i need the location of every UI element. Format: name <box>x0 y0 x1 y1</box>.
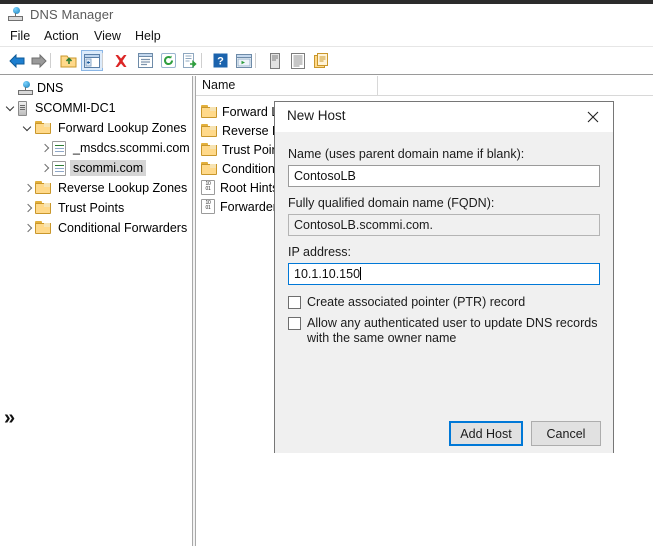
folder-icon <box>201 161 217 176</box>
folder-icon <box>35 181 51 195</box>
forward-arrow-icon[interactable] <box>28 50 50 71</box>
tree-item-label: _msdcs.scommi.com <box>73 141 190 155</box>
tree-twisty-placeholder <box>4 78 18 98</box>
toolbar-separator <box>201 53 202 68</box>
toolbar-separator <box>50 53 51 68</box>
list-view-icon[interactable] <box>287 50 309 71</box>
column-header-blank[interactable] <box>378 76 653 95</box>
tree-item-label: DNS <box>37 81 64 95</box>
menu-bar: File Action View Help <box>0 26 653 47</box>
new-server-icon[interactable] <box>264 50 286 71</box>
fqdn-input-value: ContosoLB.scommi.com. <box>294 218 433 232</box>
tree-item-reverse-lookup-zones[interactable]: Reverse Lookup Zones <box>21 178 190 198</box>
list-item-label: Root Hints <box>220 180 279 195</box>
ip-address-field-label: IP address: <box>288 245 352 259</box>
tree-item-label: Forward Lookup Zones <box>58 121 187 135</box>
checkbox-box[interactable] <box>288 317 301 330</box>
folder-icon <box>201 104 217 119</box>
tree-item-label: Reverse Lookup Zones <box>58 181 188 195</box>
console-tree-pane[interactable]: DNS SCOMMI-DC1 Forward Lookup Zones _msd… <box>0 76 192 546</box>
chevron-right-icon[interactable] <box>21 198 35 218</box>
ip-address-input[interactable]: 10.1.10.150 <box>288 263 600 285</box>
export-list-icon[interactable] <box>180 50 202 71</box>
refresh-icon[interactable] <box>157 50 179 71</box>
add-host-button-label: Add Host <box>460 426 512 441</box>
folder-icon <box>201 142 217 157</box>
toolbar-separator <box>102 53 103 68</box>
tree-item-conditional-forwarders[interactable]: Conditional Forwarders <box>21 218 190 238</box>
name-field-label: Name (uses parent domain name if blank): <box>288 147 525 161</box>
dialog-title: New Host <box>287 108 346 123</box>
chevron-down-icon[interactable] <box>4 98 18 118</box>
window-titlebar: DNS Manager <box>0 4 653 26</box>
chevron-down-icon[interactable] <box>21 118 35 138</box>
new-window-icon[interactable] <box>233 50 255 71</box>
ip-address-input-value: 10.1.10.150 <box>294 267 361 281</box>
checkbox-label: Create associated pointer (PTR) record <box>307 295 526 309</box>
allow-authenticated-update-checkbox[interactable]: Allow any authenticated user to update D… <box>288 316 600 346</box>
window-title: DNS Manager <box>30 7 114 22</box>
up-one-level-icon[interactable] <box>58 50 80 71</box>
tree-item-dns[interactable]: DNS <box>4 78 66 98</box>
toolbar-divider <box>0 74 653 75</box>
tree-item-label: SCOMMI-DC1 <box>35 101 116 115</box>
copy-icon[interactable] <box>310 50 332 71</box>
tree-item-msdcs-scommi-com[interactable]: _msdcs.scommi.com <box>38 138 192 158</box>
fqdn-field-label: Fully qualified domain name (FQDN): <box>288 196 495 210</box>
checkbox-box[interactable] <box>288 296 301 309</box>
folder-icon <box>201 123 217 138</box>
dns-manager-app-icon <box>8 7 24 23</box>
dns-root-icon <box>18 80 34 96</box>
toolbar-separator <box>255 53 256 68</box>
folder-icon <box>35 221 51 235</box>
new-host-dialog[interactable]: New Host Name (uses parent domain name i… <box>274 101 614 453</box>
cancel-button-label: Cancel <box>546 426 586 441</box>
list-item[interactable]: 10 01 Root Hints <box>201 178 278 197</box>
chevron-right-icon[interactable] <box>21 178 35 198</box>
folder-icon <box>35 201 51 215</box>
dialog-body: Name (uses parent domain name if blank):… <box>275 132 613 453</box>
tree-item-trust-points[interactable]: Trust Points <box>21 198 127 218</box>
tree-item-label: scommi.com <box>70 160 147 176</box>
zone-icon <box>52 140 66 156</box>
expand-overflow-chevron-icon[interactable]: » <box>4 408 15 428</box>
column-header-name[interactable]: Name <box>196 76 378 95</box>
tree-item-label: Trust Points <box>58 201 125 215</box>
tree-item-scommi-com[interactable]: scommi.com <box>38 158 147 178</box>
back-arrow-icon[interactable] <box>6 50 28 71</box>
zone-icon <box>52 160 66 176</box>
delete-icon[interactable] <box>110 50 132 71</box>
list-item[interactable]: 10 01 Forwarders <box>201 197 283 216</box>
menu-item-help[interactable]: Help <box>133 29 163 43</box>
list-column-header: Name <box>196 76 653 96</box>
help-icon[interactable]: ? <box>209 50 231 71</box>
close-icon[interactable] <box>573 102 613 131</box>
hint-icon: 10 01 <box>201 199 215 214</box>
chevron-right-icon[interactable] <box>38 158 52 178</box>
properties-icon[interactable] <box>134 50 156 71</box>
checkbox-label: Allow any authenticated user to update D… <box>307 316 598 345</box>
create-ptr-record-checkbox[interactable]: Create associated pointer (PTR) record <box>288 295 598 310</box>
menu-item-file[interactable]: File <box>8 29 32 43</box>
folder-icon <box>35 121 51 135</box>
toolbar: ? <box>0 47 653 74</box>
text-caret <box>360 267 362 280</box>
tree-item-scommi-dc1[interactable]: SCOMMI-DC1 <box>4 98 119 118</box>
tree-item-label: Conditional Forwarders <box>58 221 188 235</box>
show-hide-console-tree-icon[interactable] <box>81 50 103 71</box>
svg-text:?: ? <box>217 56 224 68</box>
server-icon <box>18 100 27 116</box>
dialog-titlebar: New Host <box>275 102 613 132</box>
cancel-button[interactable]: Cancel <box>531 421 601 446</box>
chevron-right-icon[interactable] <box>21 218 35 238</box>
hint-icon: 10 01 <box>201 180 215 195</box>
chevron-right-icon[interactable] <box>38 138 52 158</box>
fqdn-input: ContosoLB.scommi.com. <box>288 214 600 236</box>
name-input-value: ContosoLB <box>294 169 356 183</box>
add-host-button[interactable]: Add Host <box>449 421 523 446</box>
menu-item-action[interactable]: Action <box>42 29 81 43</box>
name-input[interactable]: ContosoLB <box>288 165 600 187</box>
menu-item-view[interactable]: View <box>92 29 123 43</box>
tree-item-forward-lookup-zones[interactable]: Forward Lookup Zones <box>21 118 190 138</box>
